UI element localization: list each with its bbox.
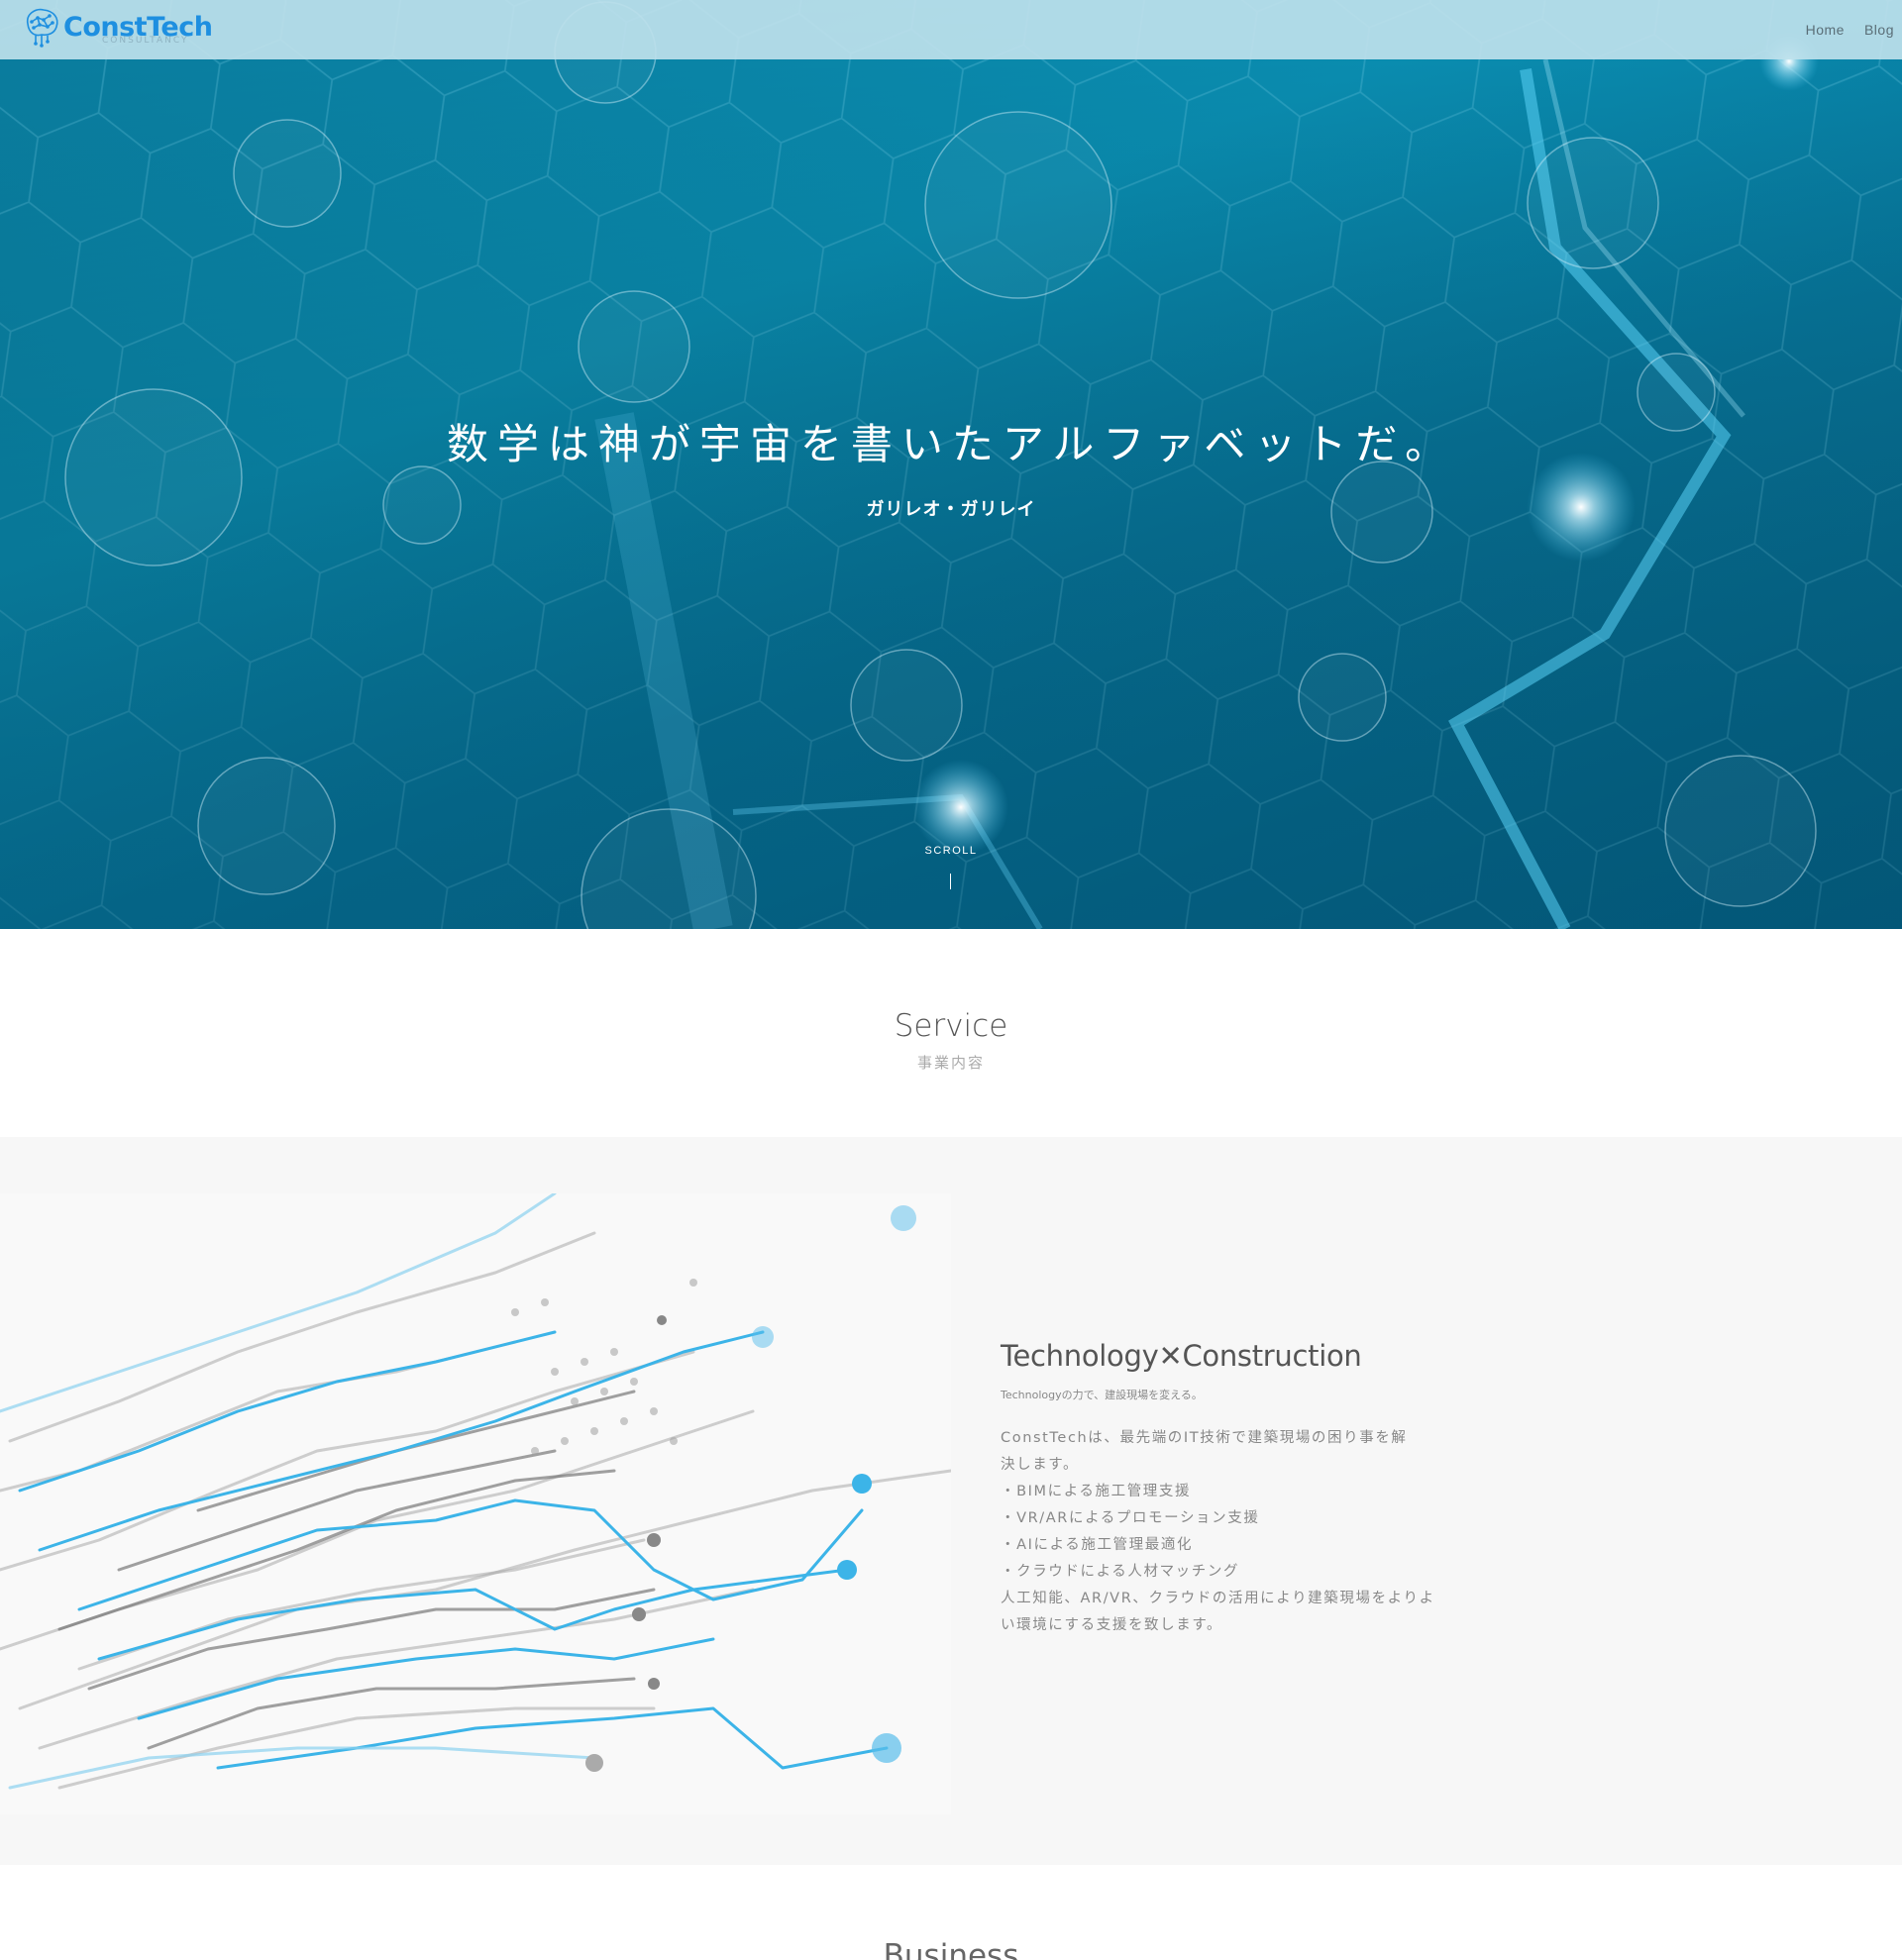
nav-home-link[interactable]: Home	[1806, 22, 1845, 38]
service-body-line: ・VR/ARによるプロモーション支援	[1001, 1510, 1260, 1526]
service-body-line: ・クラウドによる人材マッチング	[1001, 1564, 1240, 1580]
service-body-line: ・BIMによる施工管理支援	[1001, 1484, 1192, 1499]
service-section-title: Service	[894, 1008, 1008, 1044]
service-tagline: Technologyの力で、建設現場を変える。	[1001, 1389, 1203, 1401]
service-body-line: ・AIによる施工管理最適化	[1001, 1537, 1194, 1553]
service-body-line: 決します。	[1001, 1457, 1080, 1473]
nav-blog-link[interactable]: Blog	[1864, 22, 1894, 38]
technology-circuit-image	[0, 1193, 951, 1814]
site-header: ConstTech CONSULTANCY Home Blog	[0, 0, 1902, 59]
hero-quote: 数学は神が宇宙を書いたアルファベットだ。	[446, 420, 1456, 468]
brain-circuit-icon	[26, 8, 58, 48]
service-section-subtitle: 事業内容	[916, 1054, 985, 1072]
scroll-indicator-line	[950, 874, 951, 889]
service-description: ConstTechは、最先端のIT技術で建築現場の困り事を解 決します。 ・BI…	[1001, 1425, 1436, 1639]
service-heading: Technology✕Construction	[1001, 1339, 1362, 1373]
page: 数学は神が宇宙を書いたアルファベットだ。 ガリレオ・ガリレイ SCROLL Co…	[0, 0, 1902, 1960]
hero-section: 数学は神が宇宙を書いたアルファベットだ。 ガリレオ・ガリレイ SCROLL	[0, 0, 1902, 929]
service-body-line: ConstTechは、最先端のIT技術で建築現場の困り事を解	[1001, 1430, 1408, 1446]
main-nav: Home Blog	[1806, 22, 1894, 38]
circuit-illustration	[0, 1193, 951, 1790]
scroll-label[interactable]: SCROLL	[0, 845, 1902, 857]
hero-quote-author: ガリレオ・ガリレイ	[866, 499, 1036, 520]
business-section-title: Business	[883, 1938, 1019, 1960]
service-body-line: い環境にする支援を致します。	[1001, 1617, 1223, 1633]
service-body-line: 人工知能、AR/VR、クラウドの活用により建築現場をよりよ	[1001, 1591, 1435, 1606]
logo-subtitle: CONSULTANCY	[102, 36, 189, 46]
